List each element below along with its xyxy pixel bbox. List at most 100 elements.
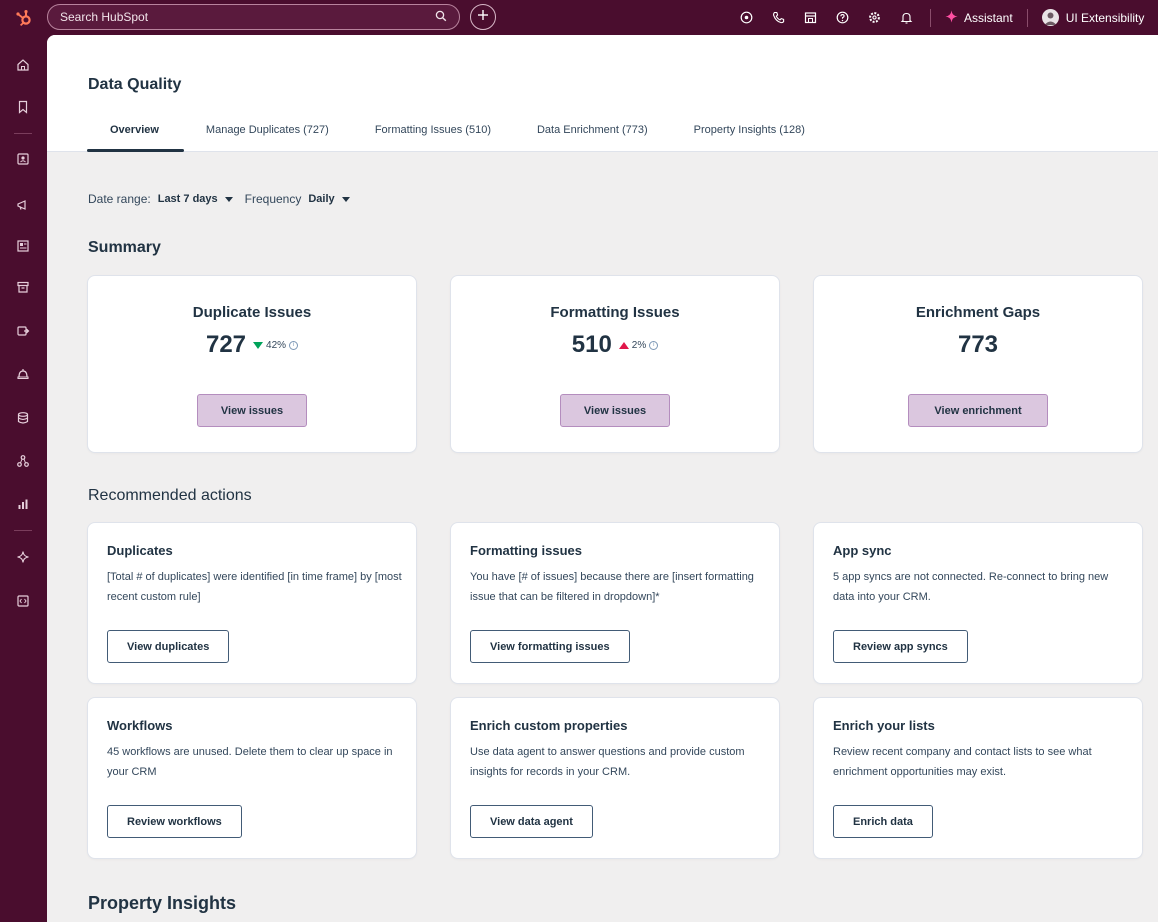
assistant-button[interactable]: Assistant — [939, 10, 1019, 26]
trend-percent: 42% — [266, 339, 287, 351]
action-card-title: Duplicates — [107, 543, 173, 558]
marketplace-icon[interactable] — [794, 0, 826, 35]
recommended-title: Recommended actions — [88, 487, 252, 504]
action-card-title: Workflows — [107, 718, 173, 733]
summary-card-enrichment: Enrichment Gaps 773 View enrichment — [813, 275, 1143, 453]
trend-down-icon — [253, 341, 264, 349]
action-card-custom-properties: Enrich custom properties Use data agent … — [450, 697, 780, 859]
account-menu[interactable]: UI Extensibility — [1036, 9, 1145, 26]
date-range-label: Date range: — [88, 192, 151, 206]
reporting-icon[interactable] — [13, 494, 33, 514]
create-new-button[interactable] — [470, 4, 496, 30]
content-icon[interactable] — [13, 236, 33, 256]
summary-card-title: Enrichment Gaps — [915, 304, 1041, 321]
avatar — [1041, 9, 1059, 26]
summary-title: Summary — [88, 239, 161, 256]
hubspot-logo-icon[interactable] — [0, 0, 47, 35]
summary-card-title: Formatting Issues — [550, 304, 680, 321]
metric-value: 510 — [571, 331, 612, 358]
service-icon[interactable] — [13, 364, 33, 384]
action-card-workflows: Workflows 45 workflows are unused. Delet… — [87, 697, 417, 859]
ai-agent-icon[interactable] — [13, 547, 33, 567]
automation-icon[interactable] — [13, 321, 33, 341]
metric-value: 727 — [205, 331, 247, 358]
view-enrichment-button[interactable]: View enrichment — [908, 394, 1048, 427]
action-card-app-sync: App sync 5 app syncs are not connected. … — [813, 522, 1143, 684]
phone-icon[interactable] — [762, 0, 794, 35]
tab-data-enrichment[interactable]: Data Enrichment (773) — [537, 120, 648, 152]
summary-card-formatting: Formatting Issues 510 2% i View issues — [450, 275, 780, 453]
app-root: Search HubSpot Assistant UI Extensibilit… — [0, 0, 1158, 922]
search-input[interactable]: Search HubSpot — [47, 4, 460, 30]
trend-up-icon — [618, 341, 629, 349]
tab-manage-duplicates[interactable]: Manage Duplicates (727) — [206, 120, 329, 152]
top-divider — [930, 8, 931, 27]
summary-metric: 510 2% i — [451, 331, 779, 359]
action-card-description: Use data agent to answer questions and p… — [470, 746, 745, 778]
action-card-description: 45 workflows are unused. Delete them to … — [107, 746, 393, 778]
bookmark-icon[interactable] — [13, 97, 33, 117]
action-card-description: 5 app syncs are not connected. Re-connec… — [833, 571, 1109, 603]
view-issues-button[interactable]: View issues — [560, 394, 670, 427]
review-workflows-button[interactable]: Review workflows — [107, 805, 242, 838]
nav-divider — [14, 530, 32, 531]
top-icon-group: Assistant UI Extensibility — [730, 0, 1144, 35]
help-circle-icon[interactable] — [730, 0, 762, 35]
action-card-title: Formatting issues — [470, 543, 582, 558]
date-range-dropdown[interactable]: Last 7 days — [158, 193, 218, 205]
page-title: Data Quality — [88, 76, 182, 93]
trend-indicator: 42% i — [253, 339, 299, 351]
action-card-description: [Total # of duplicates] were identified … — [107, 571, 402, 603]
action-card-title: Enrich custom properties — [470, 718, 628, 733]
enrich-data-button[interactable]: Enrich data — [833, 805, 933, 838]
chevron-down-icon[interactable] — [341, 196, 350, 202]
contacts-icon[interactable] — [13, 149, 33, 169]
frequency-label: Frequency — [244, 192, 302, 206]
page-header: Data Quality Overview Manage Duplicates … — [47, 35, 1158, 152]
top-divider — [1026, 8, 1028, 27]
view-duplicates-button[interactable]: View duplicates — [107, 630, 230, 663]
action-card-description: You have [# of issues] because there are… — [470, 571, 754, 603]
tab-bar: Overview Manage Duplicates (727) Formatt… — [87, 120, 851, 152]
nav-divider — [14, 133, 32, 134]
marketing-icon[interactable] — [13, 195, 33, 215]
filter-bar: Date range: Last 7 days Frequency Daily — [88, 192, 362, 206]
account-name: UI Extensibility — [1065, 10, 1145, 25]
commerce-icon[interactable] — [13, 277, 33, 297]
info-icon[interactable]: i — [289, 340, 299, 350]
frequency-dropdown[interactable]: Daily — [308, 193, 334, 205]
view-issues-button[interactable]: View issues — [197, 394, 307, 427]
action-card-formatting: Formatting issues You have [# of issues]… — [450, 522, 780, 684]
question-icon[interactable] — [826, 0, 858, 35]
summary-card-duplicates: Duplicate Issues 727 42% i View issues — [87, 275, 417, 453]
review-app-syncs-button[interactable]: Review app syncs — [833, 630, 968, 663]
top-bar: Search HubSpot Assistant UI Extensibilit… — [0, 0, 1158, 35]
assistant-label: Assistant — [964, 10, 1013, 25]
summary-card-title: Duplicate Issues — [192, 304, 312, 321]
tab-formatting-issues[interactable]: Formatting Issues (510) — [375, 120, 491, 152]
action-card-description: Review recent company and contact lists … — [833, 746, 1092, 778]
home-icon[interactable] — [13, 55, 33, 75]
tab-overview[interactable]: Overview — [87, 120, 184, 152]
property-insights-title: Property Insights — [88, 893, 237, 913]
action-card-duplicates: Duplicates [Total # of duplicates] were … — [87, 522, 417, 684]
action-card-enrich-lists: Enrich your lists Review recent company … — [813, 697, 1143, 859]
trend-percent: 2% — [631, 339, 647, 351]
action-card-title: App sync — [833, 543, 892, 558]
action-card-title: Enrich your lists — [833, 718, 935, 733]
view-data-agent-button[interactable]: View data agent — [470, 805, 593, 838]
settings-icon[interactable] — [858, 0, 890, 35]
data-management-icon[interactable] — [13, 408, 33, 428]
integrations-icon[interactable] — [13, 451, 33, 471]
search-placeholder: Search HubSpot — [60, 10, 149, 24]
developer-icon[interactable] — [13, 591, 33, 611]
bell-icon[interactable] — [890, 0, 922, 35]
view-formatting-issues-button[interactable]: View formatting issues — [470, 630, 630, 663]
info-icon[interactable]: i — [649, 340, 659, 350]
search-icon — [435, 10, 447, 25]
plus-icon — [477, 8, 489, 26]
main-content: Data Quality Overview Manage Duplicates … — [47, 35, 1158, 922]
trend-indicator: 2% i — [618, 339, 659, 351]
tab-property-insights[interactable]: Property Insights (128) — [694, 120, 805, 152]
chevron-down-icon[interactable] — [224, 196, 233, 202]
